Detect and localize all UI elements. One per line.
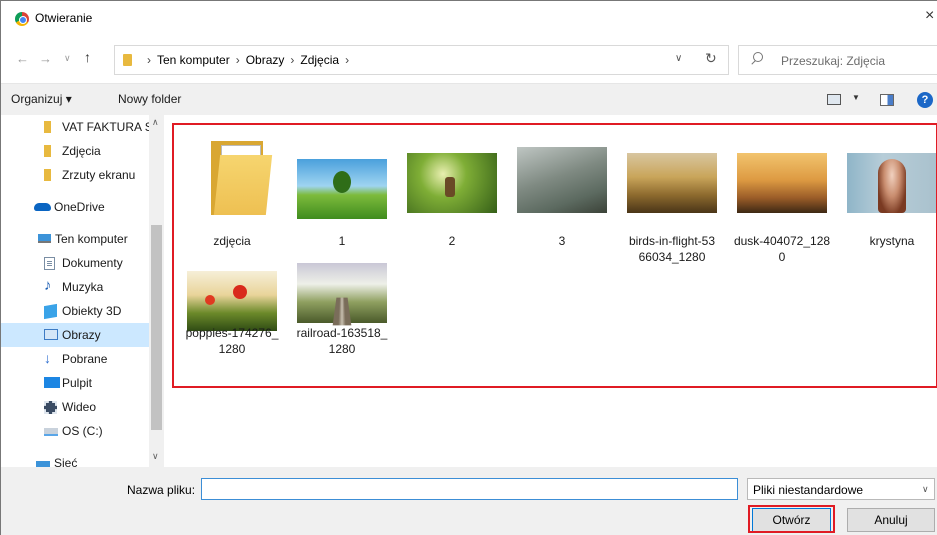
sidebar-item-label: Obiekty 3D: [62, 304, 122, 318]
new-folder-button[interactable]: Nowy folder: [118, 92, 181, 106]
music-icon: ♪: [44, 277, 52, 294]
folder-icon: [44, 169, 51, 181]
chevron-down-icon[interactable]: ∨: [675, 53, 682, 64]
sidebar-item-dokumenty[interactable]: Dokumenty: [1, 251, 149, 275]
breadcrumb: › Ten komputer › Obrazy › Zdjęcia ›: [141, 53, 355, 67]
sidebar-item-label: Sieć: [54, 456, 78, 467]
open-button-highlight-box: [748, 505, 835, 533]
sidebar-item-pulpit[interactable]: Pulpit: [1, 371, 149, 395]
sidebar-item-wideo[interactable]: Wideo: [1, 395, 149, 419]
chevron-down-icon: ∨: [922, 484, 929, 494]
close-icon[interactable]: ×: [925, 7, 934, 25]
navigation-bar: ← → ∨ ↑ › Ten komputer › Obrazy › Zdjęcia › ∨ …: [1, 43, 937, 75]
desktop-icon: [44, 377, 60, 388]
search-placeholder: Przeszukaj: Zdjęcia: [781, 54, 886, 68]
downloads-icon: ↓: [44, 350, 51, 366]
search-icon: [753, 52, 763, 62]
sidebar-item-siec[interactable]: Sieć: [1, 451, 149, 467]
breadcrumb-item[interactable]: Ten komputer: [157, 53, 230, 67]
view-options-icon[interactable]: [827, 94, 841, 105]
computer-icon: [38, 234, 51, 243]
breadcrumb-item[interactable]: Zdjęcia: [300, 53, 339, 67]
sidebar-item-label: Zrzuty ekranu: [62, 168, 136, 182]
scrollbar-thumb[interactable]: [151, 225, 162, 430]
scroll-down-icon[interactable]: ∨: [152, 451, 159, 462]
sidebar-item-vat-faktura[interactable]: VAT FAKTURA ST: [1, 115, 160, 139]
pictures-icon: [44, 329, 58, 340]
files-highlight-box: [172, 123, 937, 388]
sidebar-item-label: OneDrive: [54, 200, 105, 214]
cancel-button[interactable]: Anuluj: [847, 508, 935, 532]
preview-pane-icon[interactable]: [880, 94, 894, 106]
sidebar-item-obiekty-3d[interactable]: Obiekty 3D: [1, 299, 149, 323]
sidebar-item-os-c[interactable]: OS (C:): [1, 419, 149, 443]
address-bar[interactable]: › Ten komputer › Obrazy › Zdjęcia › ∨ ↻: [114, 45, 729, 75]
sidebar-item-onedrive[interactable]: OneDrive: [1, 195, 149, 219]
filename-input[interactable]: ∨: [201, 478, 929, 500]
sidebar-item-label: Pulpit: [62, 376, 93, 390]
video-icon: [44, 401, 57, 414]
folder-icon: [123, 54, 132, 66]
sidebar-item-zrzuty-ekranu[interactable]: Zrzuty ekranu: [1, 163, 149, 187]
sidebar-scrollbar[interactable]: ∧ ∨: [149, 115, 164, 467]
breadcrumb-item[interactable]: Obrazy: [246, 53, 285, 67]
up-arrow-icon[interactable]: ↑: [84, 49, 91, 65]
title-bar: Otwieranie ×: [1, 1, 937, 35]
filetype-select[interactable]: Pliki niestandardowe ∨: [747, 478, 935, 500]
sidebar-item-label: OS (C:): [62, 424, 103, 438]
sidebar-item-obrazy[interactable]: Obrazy: [1, 323, 149, 347]
sidebar-item-label: VAT FAKTURA ST: [62, 120, 161, 134]
sidebar-item-muzyka[interactable]: ♪ Muzyka: [1, 275, 149, 299]
folder-icon: [44, 121, 51, 133]
documents-icon: [44, 257, 55, 270]
forward-arrow-icon[interactable]: →: [39, 51, 52, 66]
chevron-right-icon[interactable]: ›: [236, 53, 240, 67]
window-title: Otwieranie: [35, 11, 93, 25]
chevron-right-icon[interactable]: ›: [290, 53, 294, 67]
filename-label: Nazwa pliku:: [127, 483, 196, 497]
sidebar-item-label: Muzyka: [62, 280, 104, 294]
refresh-icon[interactable]: ↻: [705, 50, 717, 67]
navigation-pane: VAT FAKTURA ST Zdjęcia Zrzuty ekranu One…: [1, 115, 164, 467]
sidebar-item-label: Dokumenty: [62, 256, 123, 270]
folder-icon: [44, 145, 51, 157]
view-dropdown-icon[interactable]: ▼: [852, 93, 860, 102]
sidebar-item-label: Wideo: [62, 400, 97, 414]
scroll-up-icon[interactable]: ∧: [152, 117, 159, 128]
search-box[interactable]: Przeszukaj: Zdjęcia: [738, 45, 937, 75]
sidebar-item-label: Zdjęcia: [62, 144, 101, 158]
cloud-icon: [34, 203, 51, 211]
chevron-right-icon: ›: [147, 53, 151, 67]
drive-icon: [44, 428, 58, 436]
sidebar-item-pobrane[interactable]: ↓ Pobrane: [1, 347, 149, 371]
help-icon[interactable]: ?: [917, 92, 933, 108]
chrome-app-icon: [15, 12, 29, 26]
sidebar-item-zdjecia[interactable]: Zdjęcia: [1, 139, 149, 163]
recent-locations-chevron-icon[interactable]: ∨: [64, 53, 71, 64]
sidebar-item-label: Obrazy: [62, 328, 101, 342]
back-arrow-icon[interactable]: ←: [16, 51, 29, 66]
filetype-value: Pliki niestandardowe: [753, 483, 864, 497]
sidebar-item-label: Ten komputer: [55, 232, 128, 246]
sidebar-item-ten-komputer[interactable]: Ten komputer: [1, 227, 149, 251]
file-open-dialog: Otwieranie × ← → ∨ ↑ › Ten komputer › Obraz…: [0, 0, 937, 535]
sidebar-item-label: Pobrane: [62, 352, 108, 366]
3d-objects-icon: [44, 303, 57, 320]
command-bar: Organizuj ▾ Nowy folder ▼ ?: [1, 83, 937, 115]
organize-button[interactable]: Organizuj ▾: [11, 92, 72, 106]
chevron-right-icon[interactable]: ›: [345, 53, 349, 67]
